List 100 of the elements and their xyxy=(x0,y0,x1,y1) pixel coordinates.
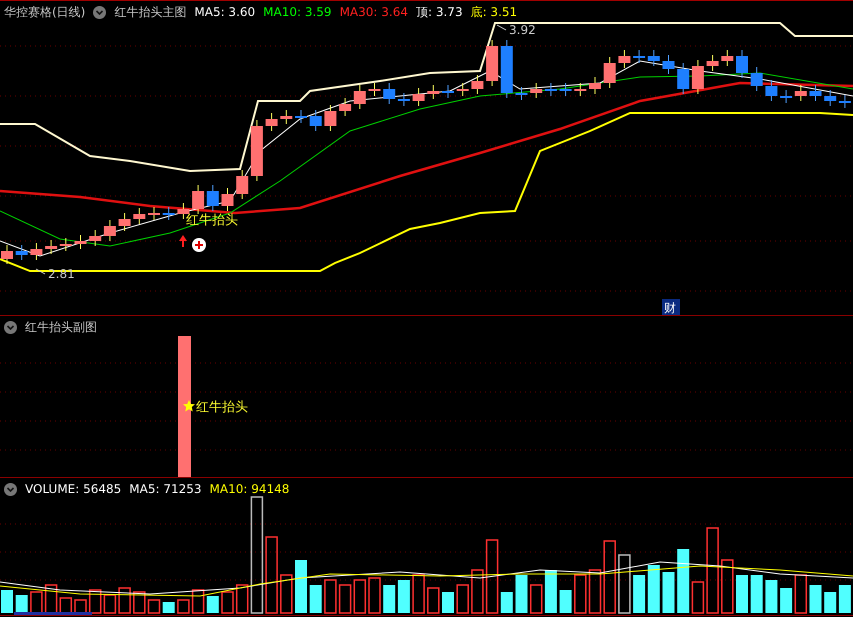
candlestick xyxy=(471,74,484,94)
volume-bar xyxy=(148,599,160,614)
volume-bar xyxy=(1,590,13,613)
volume-bar xyxy=(221,591,234,614)
candlestick xyxy=(89,230,102,246)
candlestick xyxy=(648,50,660,66)
volume-bar xyxy=(633,575,646,613)
candlestick xyxy=(1,244,13,264)
indicator-value: MA10: 3.59 xyxy=(263,4,332,20)
candlestick xyxy=(206,184,219,212)
candlestick xyxy=(486,40,498,86)
chevron-down-icon[interactable] xyxy=(4,482,17,496)
volume-bar xyxy=(544,570,557,613)
candlestick xyxy=(838,94,851,108)
volume-bar xyxy=(530,584,542,614)
leader-line xyxy=(36,268,46,274)
candlestick xyxy=(250,120,263,182)
volume-bar xyxy=(133,591,146,614)
candlestick xyxy=(780,90,792,104)
volume-bar xyxy=(427,587,440,614)
candlestick xyxy=(456,82,469,96)
news-badge[interactable]: 财 xyxy=(664,301,676,315)
candlestick xyxy=(530,82,542,98)
candlestick xyxy=(750,66,763,92)
candlestick xyxy=(236,170,248,200)
candlestick xyxy=(222,188,234,212)
candlestick xyxy=(30,242,42,260)
candlestick xyxy=(442,84,454,98)
candlestick xyxy=(280,110,292,124)
volume-bar xyxy=(692,581,704,614)
candlestick xyxy=(339,98,352,116)
candlestick xyxy=(516,86,528,100)
indicator-value: MA10: 94148 xyxy=(210,481,290,497)
candlestick xyxy=(16,244,28,260)
candlestick xyxy=(544,82,557,96)
volume-bar xyxy=(295,560,307,613)
volume-bar xyxy=(398,580,410,613)
chevron-down-icon[interactable] xyxy=(93,6,106,18)
candlestick xyxy=(398,92,410,106)
high-price-label: 3.92 xyxy=(509,23,536,37)
volume-bar xyxy=(662,572,674,613)
candlestick xyxy=(574,82,586,96)
volume-bar xyxy=(104,594,116,614)
volume-bar xyxy=(118,587,131,614)
candlestick xyxy=(133,208,146,224)
candlestick xyxy=(118,212,131,232)
volume-bar xyxy=(794,574,808,614)
candlestick xyxy=(765,80,778,102)
candlestick xyxy=(662,54,674,74)
candlestick xyxy=(500,40,513,98)
candlestick xyxy=(104,220,116,242)
volume-bar xyxy=(442,592,454,613)
leader-line xyxy=(496,24,506,30)
volume-bar xyxy=(838,585,851,613)
candlestick xyxy=(74,234,86,250)
candlestick xyxy=(192,184,204,214)
volume-bar xyxy=(648,565,660,613)
candlestick xyxy=(266,112,278,132)
volume-bar xyxy=(618,554,631,614)
candlestick xyxy=(148,206,160,220)
volume-bar xyxy=(162,602,175,613)
volume-bar xyxy=(588,569,602,614)
indicator-value: 底: 3.51 xyxy=(470,4,518,20)
volume-bar xyxy=(780,588,792,613)
candlestick xyxy=(560,82,572,96)
candlestick xyxy=(295,110,307,124)
volume-bar xyxy=(560,590,572,613)
volume-bar xyxy=(354,579,366,614)
candlestick xyxy=(677,62,690,94)
candlestick xyxy=(736,50,748,78)
candlestick xyxy=(721,50,734,66)
indicator-value: MA5: 71253 xyxy=(129,481,202,497)
volume-bar xyxy=(750,575,763,613)
volume-bar xyxy=(310,585,322,613)
candlestick xyxy=(324,104,336,132)
star-icon xyxy=(183,400,195,412)
chevron-down-icon[interactable] xyxy=(4,320,17,334)
candlestick xyxy=(692,60,704,94)
indicator-value: MA5: 3.60 xyxy=(194,4,256,20)
plus-circle-icon xyxy=(192,238,206,252)
volume-bar xyxy=(16,595,28,613)
candlestick xyxy=(60,238,72,252)
volume-bar xyxy=(810,585,822,613)
candlestick xyxy=(824,90,836,106)
volume-bar xyxy=(192,589,204,614)
volume-bar xyxy=(456,584,469,614)
candlestick xyxy=(589,76,601,94)
up-arrow-icon xyxy=(179,235,187,247)
volume-bar xyxy=(88,589,102,614)
candlestick xyxy=(412,88,425,106)
candlestick xyxy=(794,84,807,102)
volume-bar xyxy=(516,575,528,613)
candlestick xyxy=(162,206,175,220)
volume-bar xyxy=(44,584,58,614)
indicator-value: 顶: 3.73 xyxy=(416,4,463,20)
volume-bar xyxy=(338,584,352,614)
volume-bar xyxy=(324,579,337,614)
volume-bar xyxy=(721,559,734,614)
signal-label: 红牛抬头 xyxy=(196,400,248,415)
candlestick xyxy=(45,240,58,254)
